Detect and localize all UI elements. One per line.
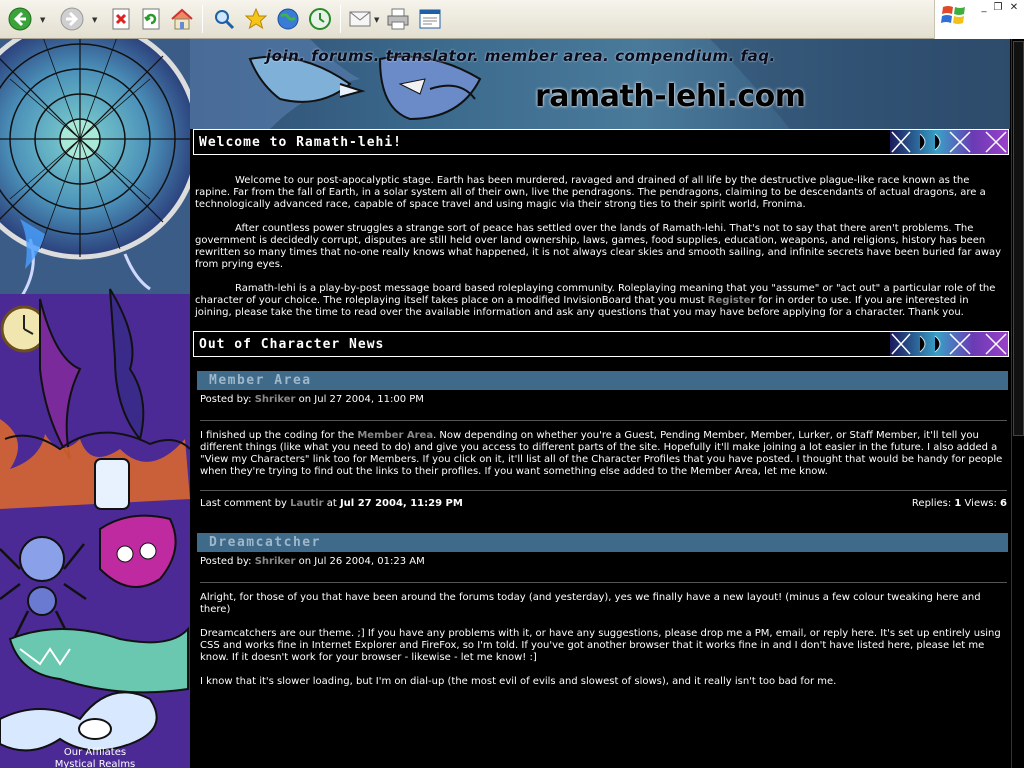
mail-button[interactable] [346, 4, 374, 34]
header-decoration [890, 332, 1008, 356]
edit-button[interactable] [416, 4, 444, 34]
stop-button[interactable] [108, 4, 134, 34]
main-content: Welcome to Ramath-lehi! Welcome to our p… [193, 129, 1009, 700]
author-link[interactable]: Shriker [255, 556, 296, 567]
history-icon [309, 8, 331, 30]
news-paragraph: I finished up the coding for the Member … [200, 430, 1003, 478]
history-button[interactable] [306, 4, 334, 34]
refresh-icon [142, 8, 160, 30]
welcome-text: Welcome to our post-apocalyptic stage. E… [193, 155, 1009, 331]
nav-member-area[interactable]: member area. [485, 47, 609, 65]
reply-stats: Replies: 1 Views: 6 [912, 498, 1007, 509]
star-icon [244, 7, 268, 30]
last-comment-label: Last comment by [200, 498, 291, 509]
author-link[interactable]: Shriker [255, 394, 296, 405]
dreamcatcher-web-icon [891, 131, 1007, 153]
at-label: at [323, 498, 340, 509]
news-paragraph: Alright, for those of you that have been… [200, 592, 981, 615]
toolbar-divider [202, 5, 203, 33]
printer-icon [387, 8, 409, 30]
views-label: Views: [961, 498, 1001, 509]
header-decoration [890, 130, 1008, 154]
welcome-paragraph-2: After countless power struggles a strang… [195, 223, 1002, 270]
nav-join[interactable]: join. [266, 47, 305, 65]
toolbar-divider [340, 5, 341, 33]
ooc-news-header: Out of Character News [193, 331, 1009, 357]
news-paragraph: I know that it's slower loading, but I'm… [200, 676, 837, 687]
posted-by: Posted by: Shriker on Jul 26 2004, 01:23… [195, 552, 1007, 568]
news-paragraph: Dreamcatchers are our theme. ;] If you h… [200, 628, 1001, 663]
post-date: on Jul 26 2004, 01:23 AM [295, 556, 425, 567]
site-header-banner: join. forums. translator. member area. c… [190, 39, 1010, 129]
close-icon[interactable]: ✕ [1007, 2, 1021, 14]
news-body: Alright, for those of you that have been… [195, 583, 1007, 688]
windows-logo-icon [941, 6, 965, 24]
last-comment-date: Jul 27 2004, 11:29 PM [339, 498, 463, 509]
back-dropdown-icon[interactable]: ▼ [40, 16, 45, 24]
news-item: Dreamcatcher Posted by: Shriker on Jul 2… [193, 533, 1009, 688]
welcome-paragraph-1: Welcome to our post-apocalyptic stage. E… [195, 175, 986, 210]
welcome-header: Welcome to Ramath-lehi! [193, 129, 1009, 155]
commenter-link[interactable]: Lautir [290, 498, 323, 509]
dreamcatcher-web-icon [891, 333, 1007, 355]
nav-translator[interactable]: translator. [386, 47, 480, 65]
search-icon [215, 10, 235, 30]
print-button[interactable] [384, 4, 412, 34]
forward-dropdown-icon[interactable]: ▼ [92, 16, 97, 24]
mail-icon [349, 11, 371, 27]
page-scrollbar[interactable] [1011, 39, 1024, 768]
affiliate-link[interactable]: Mystical Realms [0, 759, 190, 768]
news-title[interactable]: Dreamcatcher [197, 533, 1008, 552]
nav-forums[interactable]: forums. [311, 47, 380, 65]
edit-page-icon [419, 9, 441, 29]
site-navigation: join. forums. translator. member area. c… [266, 47, 776, 65]
nav-faq[interactable]: faq. [741, 47, 776, 65]
back-arrow-icon [8, 7, 32, 31]
news-footer: Last comment by Lautir at Jul 27 2004, 1… [200, 490, 1007, 509]
windows-throbber: _ ❐ ✕ [934, 0, 1024, 39]
affiliates-box: Our Affilates Mystical Realms [0, 747, 190, 768]
welcome-paragraph-3: Ramath-lehi is a play-by-post message bo… [193, 283, 1009, 331]
back-button[interactable] [6, 4, 34, 34]
post-date: on Jul 27 2004, 11:00 PM [295, 394, 424, 405]
web-page: Our Affilates Mystical Realms join. foru… [0, 39, 1024, 768]
posted-by-label: Posted by: [200, 556, 255, 567]
affiliates-heading: Our Affilates [63, 747, 127, 758]
news-text: I finished up the coding for the [200, 430, 358, 441]
welcome-title: Welcome to Ramath-lehi! [199, 134, 403, 150]
browser-toolbar: ▼ ▼ ▼ _ ❐ ✕ [0, 0, 1024, 39]
posted-by-label: Posted by: [200, 394, 255, 405]
register-link[interactable]: Register [708, 295, 756, 306]
member-area-link[interactable]: Member Area [357, 430, 433, 441]
stop-icon [112, 8, 130, 30]
dreamcatcher-artwork: Our Affilates Mystical Realms [0, 39, 190, 768]
home-icon [171, 8, 193, 30]
mail-dropdown-icon[interactable]: ▼ [374, 16, 379, 24]
restore-icon[interactable]: ❐ [991, 2, 1005, 14]
refresh-button[interactable] [138, 4, 164, 34]
news-title[interactable]: Member Area [197, 371, 1008, 390]
search-button[interactable] [210, 4, 238, 34]
globe-icon [277, 8, 299, 30]
scrollbar-thumb[interactable] [1013, 41, 1024, 436]
home-button[interactable] [168, 4, 196, 34]
forward-button[interactable] [58, 4, 86, 34]
media-button[interactable] [274, 4, 302, 34]
nav-compendium[interactable]: compendium. [615, 47, 735, 65]
last-comment: Last comment by Lautir at Jul 27 2004, 1… [200, 498, 463, 509]
minimize-icon[interactable]: _ [977, 2, 991, 14]
favorites-button[interactable] [242, 4, 270, 34]
posted-by: Posted by: Shriker on Jul 27 2004, 11:00… [195, 390, 1007, 406]
news-body: I finished up the coding for the Member … [195, 421, 1007, 478]
forward-arrow-icon [60, 7, 84, 31]
news-item: Member Area Posted by: Shriker on Jul 27… [193, 371, 1009, 509]
views-count: 6 [1000, 498, 1007, 509]
replies-label: Replies: [911, 498, 955, 509]
ooc-news-title: Out of Character News [199, 336, 385, 352]
site-logo: ramath-lehi.com [535, 79, 806, 114]
dreamcatcher-illustration [0, 39, 190, 768]
